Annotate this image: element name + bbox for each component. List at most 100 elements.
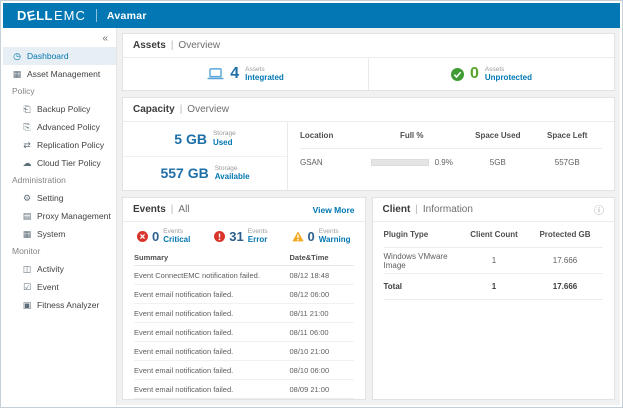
sidebar-item-replication-policy[interactable]: ⇄ Replication Policy	[3, 136, 116, 154]
title-divider: |	[415, 204, 418, 215]
sidebar-item-label: Proxy Management	[37, 211, 111, 221]
dashboard-icon: ◷	[12, 51, 22, 62]
stat-label-bottom: Warning	[319, 235, 351, 244]
error-exclamation-circle-icon	[214, 231, 225, 242]
card-title: Assets	[133, 40, 166, 51]
event-row: Event email notification failed. 08/09 2…	[134, 380, 354, 399]
event-datetime: 08/10 21:00	[290, 347, 354, 356]
sidebar-item-asset-management[interactable]: ▦ Asset Management	[3, 65, 116, 83]
collapse-chevron-icon: «	[102, 33, 108, 44]
stat-label-top: Events	[163, 228, 190, 235]
stat-label-bottom: Unprotected	[485, 73, 532, 82]
total-client-count: 1	[461, 282, 527, 291]
sidebar-item-system[interactable]: ▦ System	[3, 225, 116, 243]
info-icon[interactable]: ⓘ	[594, 202, 604, 217]
client-card-header: Client | Information ⓘ	[373, 198, 615, 222]
stat-label-bottom: Used	[213, 138, 236, 147]
client-count-cell: 1	[461, 256, 527, 265]
sidebar-item-advanced-policy[interactable]: ⎘ Advanced Policy	[3, 118, 116, 136]
sidebar-item-label: Event	[37, 282, 59, 292]
event-summary: Event ConnectEMC notification failed.	[134, 271, 290, 280]
sidebar-section-policy: Policy	[3, 83, 116, 100]
sidebar-collapse-button[interactable]: «	[3, 31, 116, 47]
replication-policy-icon: ⇄	[22, 140, 32, 151]
setting-gear-icon: ⚙	[22, 193, 32, 204]
fitness-analyzer-icon: ▣	[22, 300, 32, 311]
assets-integrated-stat: 4 Assets Integrated	[123, 58, 368, 90]
sidebar-item-dashboard[interactable]: ◷ Dashboard	[3, 47, 116, 65]
card-subtitle: Overview	[178, 40, 220, 51]
sidebar-section-administration: Administration	[3, 172, 116, 189]
storage-used-value: 5 GB	[174, 131, 207, 147]
main-content: Assets | Overview 4 Assets Integrated	[117, 28, 620, 405]
logo-text: LL	[36, 8, 53, 23]
events-table: Summary Date&Time Event ConnectEMC notif…	[123, 250, 365, 399]
sidebar-item-label: Advanced Policy	[37, 122, 100, 132]
stat-label-top: Events	[248, 228, 268, 235]
warning-count: 0	[308, 229, 315, 244]
event-datetime: 08/11 06:00	[290, 328, 354, 337]
sidebar-item-proxy-management[interactable]: ▤ Proxy Management	[3, 207, 116, 225]
unprotected-count: 0	[470, 65, 479, 83]
view-more-link[interactable]: View More	[313, 205, 355, 215]
top-bar: DELLEMC Avamar	[3, 3, 620, 28]
warning-triangle-icon	[292, 231, 304, 242]
stat-label-bottom: Available	[215, 172, 250, 181]
sidebar-item-label: Asset Management	[27, 69, 100, 79]
advanced-policy-icon: ⎘	[22, 122, 32, 133]
total-protected-gb: 17.666	[527, 282, 603, 291]
laptop-icon	[207, 68, 224, 80]
asset-management-icon: ▦	[12, 69, 22, 80]
logo-divider	[96, 9, 97, 22]
system-icon: ▦	[22, 229, 32, 240]
title-divider: |	[180, 104, 183, 115]
stat-label-top: Assets	[245, 66, 284, 73]
column-header: Client Count	[461, 230, 527, 239]
sidebar-section-monitor: Monitor	[3, 243, 116, 260]
card-title: Client	[383, 204, 411, 215]
stat-label-bottom: Critical	[163, 235, 190, 244]
sidebar-item-label: Dashboard	[27, 51, 69, 61]
title-divider: |	[171, 204, 174, 215]
stat-label-top: Events	[319, 228, 351, 235]
full-percent-value: 0.9%	[435, 158, 453, 167]
sidebar-item-activity[interactable]: ◫ Activity	[3, 260, 116, 278]
stat-label-bottom: Integrated	[245, 73, 284, 82]
event-row: Event email notification failed. 08/11 2…	[134, 304, 354, 323]
logo-emc-text: EMC	[54, 8, 86, 23]
title-divider: |	[171, 40, 174, 51]
critical-count: 0	[152, 229, 159, 244]
sidebar-item-cloud-tier-policy[interactable]: ☁ Cloud Tier Policy	[3, 154, 116, 172]
event-summary: Event email notification failed.	[134, 347, 290, 356]
event-datetime: 08/10 06:00	[290, 366, 354, 375]
storage-available-stat: 557 GB Storage Available	[123, 156, 287, 191]
card-subtitle: Overview	[187, 104, 229, 115]
event-row: Event ConnectEMC notification failed. 08…	[134, 266, 354, 285]
sidebar-item-label: Setting	[37, 193, 63, 203]
capacity-stats: 5 GB Storage Used 557 GB Storage Availab…	[123, 122, 288, 190]
stat-label-top: Storage	[215, 165, 250, 172]
events-table-header: Summary Date&Time	[134, 250, 354, 266]
full-percent-cell: 0.9%	[360, 158, 463, 167]
table-row: Windows VMware Image 1 17.666	[384, 248, 604, 274]
column-header: Location	[300, 131, 360, 140]
protected-gb-cell: 17.666	[527, 256, 603, 265]
sidebar-item-label: Cloud Tier Policy	[37, 158, 101, 168]
sidebar-nav: « ◷ Dashboard ▦ Asset Management Policy …	[3, 28, 117, 405]
table-row: GSAN 0.9% 5GB 557GB	[300, 149, 602, 176]
event-row: Event email notification failed. 08/10 0…	[134, 361, 354, 380]
assets-unprotected-stat: 0 Assets Unprotected	[368, 58, 614, 90]
capacity-table: Location Full % Space Used Space Left GS…	[288, 122, 614, 190]
client-table-header: Plugin Type Client Count Protected GB	[384, 222, 604, 248]
column-header: Plugin Type	[384, 230, 462, 239]
proxy-management-icon: ▤	[22, 211, 32, 222]
sidebar-item-backup-policy[interactable]: ⎗ Backup Policy	[3, 100, 116, 118]
event-datetime: 08/11 21:00	[290, 309, 354, 318]
sidebar-item-fitness-analyzer[interactable]: ▣ Fitness Analyzer	[3, 296, 116, 314]
events-stats-row: 0 Events Critical 31 Events Error	[123, 222, 365, 250]
sidebar-item-setting[interactable]: ⚙ Setting	[3, 189, 116, 207]
error-count: 31	[229, 229, 243, 244]
sidebar-item-event[interactable]: ☑ Event	[3, 278, 116, 296]
integrated-count: 4	[230, 65, 239, 83]
column-header: Summary	[134, 253, 290, 262]
